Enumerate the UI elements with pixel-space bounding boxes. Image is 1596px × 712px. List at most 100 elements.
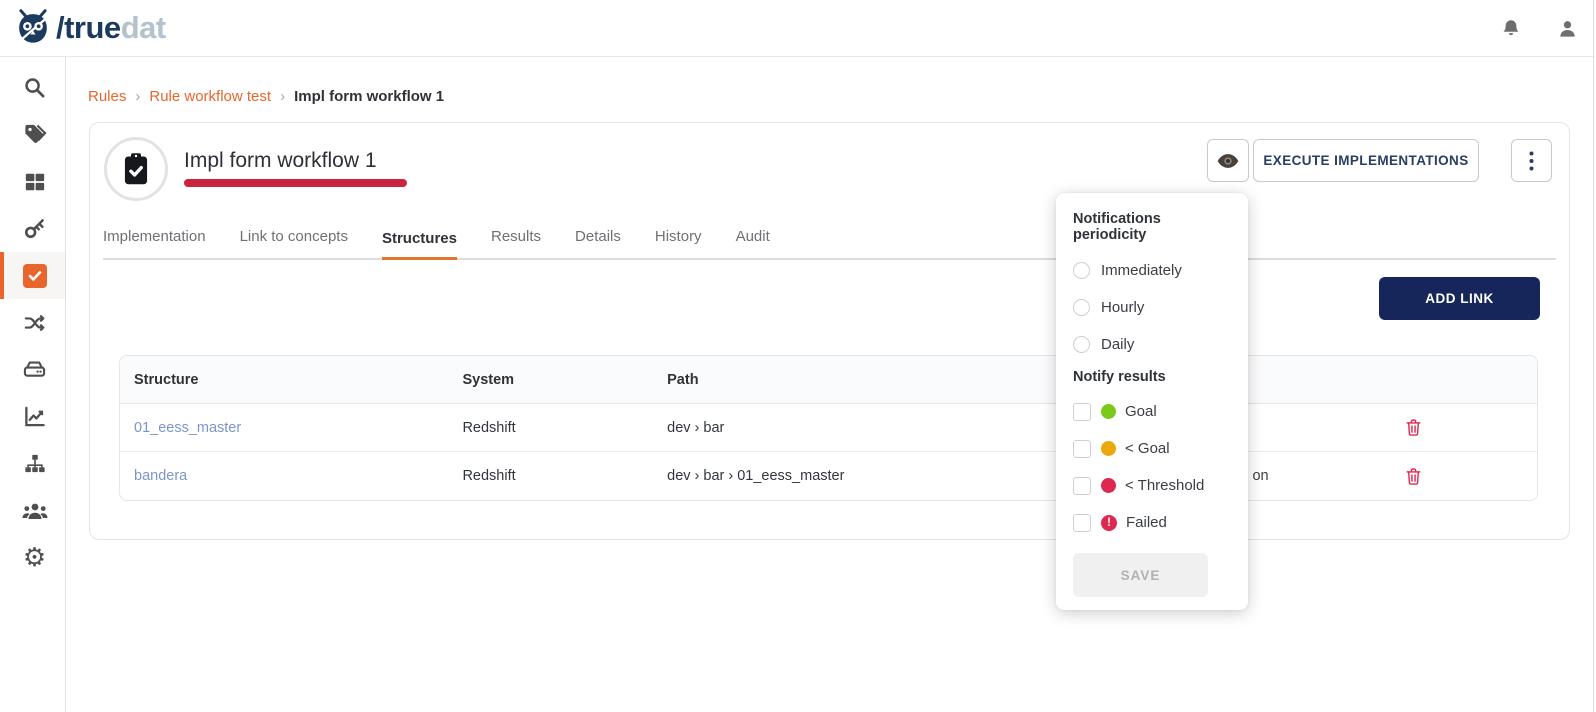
chart-line-icon [23, 405, 47, 428]
hard-drive-icon [22, 358, 47, 381]
sidebar-item-permissions[interactable] [0, 205, 65, 252]
checkbox-option-failed[interactable]: ! Failed [1073, 504, 1231, 541]
tab-audit[interactable]: Audit [736, 223, 770, 258]
notifications-popup: Notifications periodicity Immediately Ho… [1056, 193, 1248, 610]
option-label: Hourly [1101, 299, 1144, 316]
grid-icon [24, 171, 46, 193]
add-link-button[interactable]: ADD LINK [1379, 277, 1540, 320]
tab-results[interactable]: Results [491, 223, 541, 258]
option-label: Immediately [1101, 262, 1182, 279]
radio-icon [1073, 262, 1090, 279]
watch-subscribe-button[interactable] [1207, 139, 1249, 182]
title-underline-bar [184, 179, 407, 187]
sitemap-icon [23, 453, 47, 475]
eye-icon [1217, 153, 1239, 169]
delete-link-button[interactable] [1401, 463, 1427, 489]
path-cell: dev › bar › 01_eess_master [653, 468, 1038, 484]
tags-icon [23, 123, 47, 146]
table-header-row: Structure System Path [120, 356, 1537, 404]
tab-structures[interactable]: Structures [382, 225, 457, 260]
option-label: < Threshold [1125, 477, 1204, 494]
clipboard-check-icon [119, 151, 153, 187]
sidebar-item-systems[interactable] [0, 346, 65, 393]
notifications-bell-icon[interactable] [1496, 14, 1526, 44]
trash-icon [1405, 418, 1422, 437]
truedat-logo[interactable]: /truedat [14, 8, 166, 48]
radio-icon [1073, 336, 1090, 353]
sidebar-item-lineage[interactable] [0, 299, 65, 346]
system-cell: Redshift [448, 468, 653, 484]
option-label: Goal [1125, 403, 1157, 420]
breadcrumb: Rules › Rule workflow test › Impl form w… [88, 88, 444, 105]
path-cell: dev › bar [653, 420, 1038, 436]
table-row: bandera Redshift dev › bar › 01_eess_mas… [120, 452, 1537, 500]
breadcrumb-rules[interactable]: Rules [88, 88, 126, 105]
sidebar-item-settings[interactable]: ⚙ [0, 534, 65, 581]
key-icon [23, 217, 46, 240]
sidebar-item-dashboards[interactable] [0, 158, 65, 205]
breadcrumb-rule-workflow-test[interactable]: Rule workflow test [149, 88, 271, 105]
save-button[interactable]: SAVE [1073, 553, 1208, 597]
tab-history[interactable]: History [655, 223, 702, 258]
checkbox-option-goal[interactable]: Goal [1073, 393, 1231, 430]
sidebar-nav: ⚙ [0, 57, 66, 712]
sidebar-item-users[interactable] [0, 487, 65, 534]
sidebar-item-search[interactable] [0, 64, 65, 111]
logo-wordmark: /truedat [56, 10, 166, 46]
tab-link-to-concepts[interactable]: Link to concepts [240, 223, 348, 258]
breadcrumb-separator: › [135, 88, 140, 105]
tab-implementation[interactable]: Implementation [103, 223, 206, 258]
column-header-structure: Structure [120, 372, 448, 388]
structure-link[interactable]: 01_eess_master [134, 420, 241, 436]
sidebar-item-quality[interactable] [0, 393, 65, 440]
radio-option-hourly[interactable]: Hourly [1073, 289, 1231, 326]
below-threshold-status-dot [1101, 478, 1116, 493]
option-label: Failed [1126, 514, 1167, 531]
breadcrumb-current-page: Impl form workflow 1 [294, 88, 444, 105]
radio-option-daily[interactable]: Daily [1073, 326, 1231, 363]
radio-option-immediately[interactable]: Immediately [1073, 252, 1231, 289]
kebab-menu-icon [1529, 151, 1534, 171]
option-label: < Goal [1125, 440, 1170, 457]
owl-logo-icon [14, 8, 52, 48]
column-header-system: System [448, 372, 653, 388]
delete-link-button[interactable] [1401, 415, 1427, 441]
shuffle-icon [23, 312, 47, 334]
search-icon [23, 76, 46, 99]
breadcrumb-separator: › [280, 88, 285, 105]
checkbox-option-below-threshold[interactable]: < Threshold [1073, 467, 1231, 504]
implementation-avatar [104, 137, 168, 201]
user-account-icon[interactable] [1552, 14, 1582, 44]
radio-icon [1073, 299, 1090, 316]
implementation-card: Impl form workflow 1 EXECUTE IMPLEMENTAT… [89, 122, 1570, 540]
users-group-icon [22, 500, 48, 522]
checkbox-icon [1073, 477, 1091, 495]
more-options-button[interactable] [1511, 139, 1552, 182]
structure-link[interactable]: bandera [134, 468, 187, 484]
checkbox-option-below-goal[interactable]: < Goal [1073, 430, 1231, 467]
checkbox-icon [1073, 403, 1091, 421]
trash-icon [1405, 467, 1422, 486]
checkbox-icon [1073, 514, 1091, 532]
periodicity-title: Notifications periodicity [1073, 211, 1231, 243]
tab-bar: Implementation Link to concepts Structur… [103, 223, 1556, 260]
execute-implementations-button[interactable]: EXECUTE IMPLEMENTATIONS [1253, 139, 1479, 182]
page-title: Impl form workflow 1 [184, 149, 377, 173]
option-label: Daily [1101, 336, 1134, 353]
system-cell: Redshift [448, 420, 653, 436]
topbar: /truedat [0, 0, 1596, 57]
goal-status-dot [1101, 404, 1116, 419]
sidebar-item-taxonomy[interactable] [0, 440, 65, 487]
gear-icon: ⚙ [23, 545, 46, 571]
column-header-path: Path [653, 372, 1038, 388]
check-square-icon [23, 264, 47, 288]
sidebar-item-rules[interactable] [0, 252, 65, 299]
notify-results-title: Notify results [1073, 369, 1231, 385]
sidebar-item-tags[interactable] [0, 111, 65, 158]
table-row: 01_eess_master Redshift dev › bar [120, 404, 1537, 452]
tab-details[interactable]: Details [575, 223, 621, 258]
failed-exclamation-icon: ! [1101, 515, 1117, 531]
below-goal-status-dot [1101, 441, 1116, 456]
checkbox-icon [1073, 440, 1091, 458]
structures-table: Structure System Path 01_eess_master Red… [119, 355, 1538, 501]
